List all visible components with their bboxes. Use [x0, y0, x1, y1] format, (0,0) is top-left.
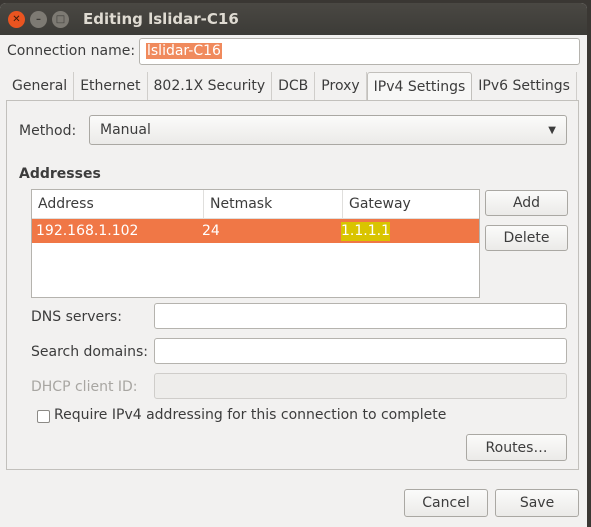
table-header: Address Netmask Gateway — [32, 190, 479, 219]
tab-proxy[interactable]: Proxy — [315, 72, 367, 100]
method-value: Manual — [100, 122, 151, 138]
dns-servers-input[interactable] — [154, 303, 567, 329]
table-row[interactable]: 192.168.1.102 24 1.1.1.1 — [32, 219, 479, 243]
tab-ipv6-settings[interactable]: IPv6 Settings — [472, 72, 577, 100]
column-address[interactable]: Address — [32, 190, 204, 218]
require-ipv4-label[interactable]: Require IPv4 addressing for this connect… — [54, 407, 446, 423]
tab-general[interactable]: General — [6, 72, 75, 100]
dhcp-client-id-input — [154, 373, 567, 399]
column-netmask[interactable]: Netmask — [204, 190, 343, 218]
cell-netmask[interactable]: 24 — [202, 219, 341, 243]
minimize-icon[interactable]: – — [30, 10, 47, 28]
save-button[interactable]: Save — [495, 489, 579, 517]
addresses-table: Address Netmask Gateway 192.168.1.102 24… — [31, 189, 480, 298]
maximize-icon[interactable]: □ — [52, 10, 69, 28]
connection-name-label: Connection name: — [7, 43, 136, 59]
title-bar: ✕ – □ Editing lslidar-C16 — [0, 3, 587, 35]
tab-ipv4-settings[interactable]: IPv4 Settings — [366, 72, 473, 101]
window-title: Editing lslidar-C16 — [83, 10, 239, 28]
delete-button[interactable]: Delete — [485, 225, 568, 251]
cell-address[interactable]: 192.168.1.102 — [32, 219, 202, 243]
cell-gateway[interactable]: 1.1.1.1 — [341, 222, 390, 241]
column-gateway[interactable]: Gateway — [343, 190, 411, 218]
dialog-window: ✕ – □ Editing lslidar-C16 Connection nam… — [0, 3, 587, 527]
search-domains-input[interactable] — [154, 338, 567, 364]
cancel-button[interactable]: Cancel — [404, 489, 488, 517]
dropdown-arrow-icon: ▼ — [548, 124, 556, 136]
method-label: Method: — [19, 123, 77, 139]
add-button[interactable]: Add — [485, 190, 568, 216]
ipv4-panel: Method: Manual ▼ Addresses Address Netmas… — [6, 100, 579, 470]
tab-8021x-security[interactable]: 802.1X Security — [148, 72, 273, 100]
method-dropdown[interactable]: Manual ▼ — [89, 115, 567, 145]
dhcp-label: DHCP client ID: — [31, 379, 138, 395]
require-ipv4-checkbox[interactable] — [37, 410, 50, 423]
close-icon[interactable]: ✕ — [8, 10, 25, 28]
tab-ethernet[interactable]: Ethernet — [74, 72, 148, 100]
search-domains-label: Search domains: — [31, 344, 148, 360]
addresses-heading: Addresses — [19, 166, 101, 182]
connection-name-input[interactable]: lslidar-C16 — [139, 38, 580, 65]
tab-bar: General Ethernet 802.1X Security DCB Pro… — [6, 72, 577, 101]
routes-button[interactable]: Routes… — [466, 434, 567, 461]
dns-label: DNS servers: — [31, 309, 122, 325]
tab-dcb[interactable]: DCB — [272, 72, 316, 100]
